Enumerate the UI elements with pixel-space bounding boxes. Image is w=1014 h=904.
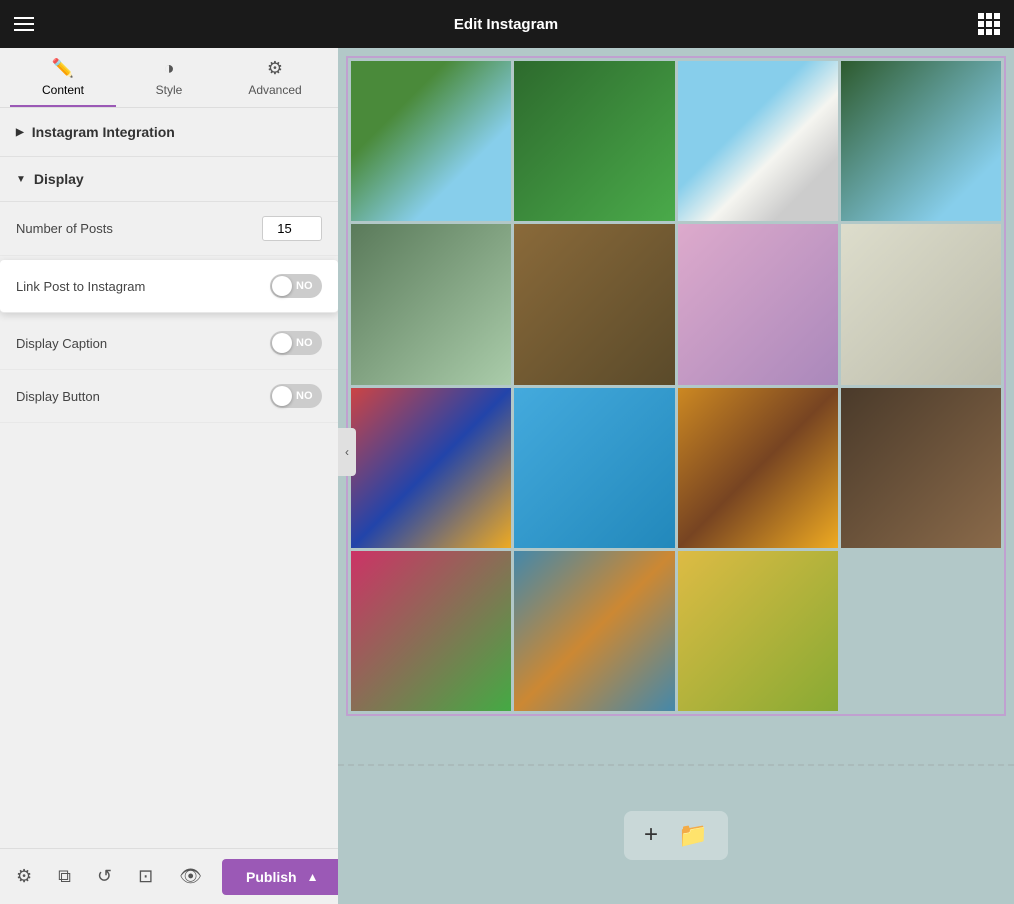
display-button-toggle[interactable]: NO (270, 384, 322, 408)
photo-item-1[interactable] (351, 61, 511, 221)
eye-icon[interactable]: 👁 (173, 860, 208, 893)
photo-item-15[interactable] (678, 551, 838, 711)
photo-item-3[interactable] (678, 61, 838, 221)
layers-icon[interactable]: ⧉ (52, 860, 77, 893)
settings-icon[interactable]: ⚙ (10, 860, 38, 893)
link-post-label: Link Post to Instagram (16, 279, 145, 294)
add-icon[interactable]: + (644, 821, 658, 850)
photo-item-14[interactable] (514, 551, 674, 711)
style-icon: ◑ (164, 58, 175, 79)
page-title: Edit Instagram (454, 16, 558, 33)
number-of-posts-input[interactable] (262, 216, 322, 241)
display-caption-toggle[interactable]: NO (270, 331, 322, 355)
gear-icon: ⚙ (267, 58, 283, 79)
photo-item-4[interactable] (841, 61, 1001, 221)
display-arrow-icon: ▼ (16, 174, 26, 185)
tab-content[interactable]: ✏️ Content (10, 48, 116, 107)
tabs: ✏️ Content ◑ Style ⚙ Advanced (0, 48, 338, 108)
link-post-toggle-container: NO (270, 274, 322, 298)
link-post-row: Link Post to Instagram NO (0, 260, 338, 313)
display-button-toggle-label: NO (296, 390, 313, 402)
sidebar: ✏️ Content ◑ Style ⚙ Advanced ▶ Instagra… (0, 48, 338, 904)
tab-advanced[interactable]: ⚙ Advanced (222, 48, 328, 107)
photo-grid (346, 56, 1006, 716)
history-icon[interactable]: ↺ (91, 860, 118, 893)
folder-icon[interactable]: 📁 (678, 821, 708, 850)
display-caption-label: Display Caption (16, 336, 107, 351)
canvas-bottom: + 📁 (338, 764, 1014, 904)
display-button-toggle-container: NO (270, 384, 322, 408)
canvas-area: + 📁 (338, 48, 1014, 904)
display-section: ▼ Display Number of Posts Link Post to I… (0, 157, 338, 423)
photo-item-9[interactable] (351, 388, 511, 548)
display-caption-knob (272, 333, 292, 353)
instagram-arrow-icon: ▶ (16, 127, 24, 138)
bottom-toolbar: ⚙ ⧉ ↺ ⊡ 👁 Publish ▲ (0, 848, 338, 904)
toggle-knob (272, 276, 292, 296)
display-button-row: Display Button NO (0, 370, 338, 423)
photo-item-6[interactable] (514, 224, 674, 384)
top-bar: Edit Instagram (0, 0, 1014, 48)
display-section-header[interactable]: ▼ Display (0, 157, 338, 202)
number-of-posts-label: Number of Posts (16, 221, 113, 236)
sidebar-content: ▶ Instagram Integration ▼ Display Number… (0, 108, 338, 848)
photo-item-10[interactable] (514, 388, 674, 548)
number-of-posts-row: Number of Posts (0, 202, 338, 256)
display-button-label: Display Button (16, 389, 100, 404)
display-caption-toggle-container: NO (270, 331, 322, 355)
display-section-label: Display (34, 171, 84, 187)
display-button-knob (272, 386, 292, 406)
photo-item-2[interactable] (514, 61, 674, 221)
hamburger-icon[interactable] (14, 17, 34, 31)
sidebar-collapse-handle[interactable]: ‹ (338, 428, 356, 476)
photo-item-8[interactable] (841, 224, 1001, 384)
tab-style[interactable]: ◑ Style (116, 48, 222, 107)
responsive-icon[interactable]: ⊡ (132, 860, 159, 893)
link-post-toggle-label: NO (296, 280, 313, 292)
photo-item-12[interactable] (841, 388, 1001, 548)
photo-item-11[interactable] (678, 388, 838, 548)
canvas-bottom-icons: + 📁 (624, 811, 728, 860)
photo-item-13[interactable] (351, 551, 511, 711)
instagram-integration-label: Instagram Integration (32, 124, 175, 140)
grid-icon[interactable] (978, 13, 1000, 35)
instagram-integration-header[interactable]: ▶ Instagram Integration (0, 108, 338, 157)
publish-button[interactable]: Publish ▲ (222, 859, 342, 895)
photo-item-7[interactable] (678, 224, 838, 384)
link-post-toggle[interactable]: NO (270, 274, 322, 298)
display-caption-row: Display Caption NO (0, 317, 338, 370)
display-caption-toggle-label: NO (296, 337, 313, 349)
photo-item-5[interactable] (351, 224, 511, 384)
chevron-up-icon: ▲ (307, 870, 319, 884)
edit-icon: ✏️ (52, 58, 74, 79)
